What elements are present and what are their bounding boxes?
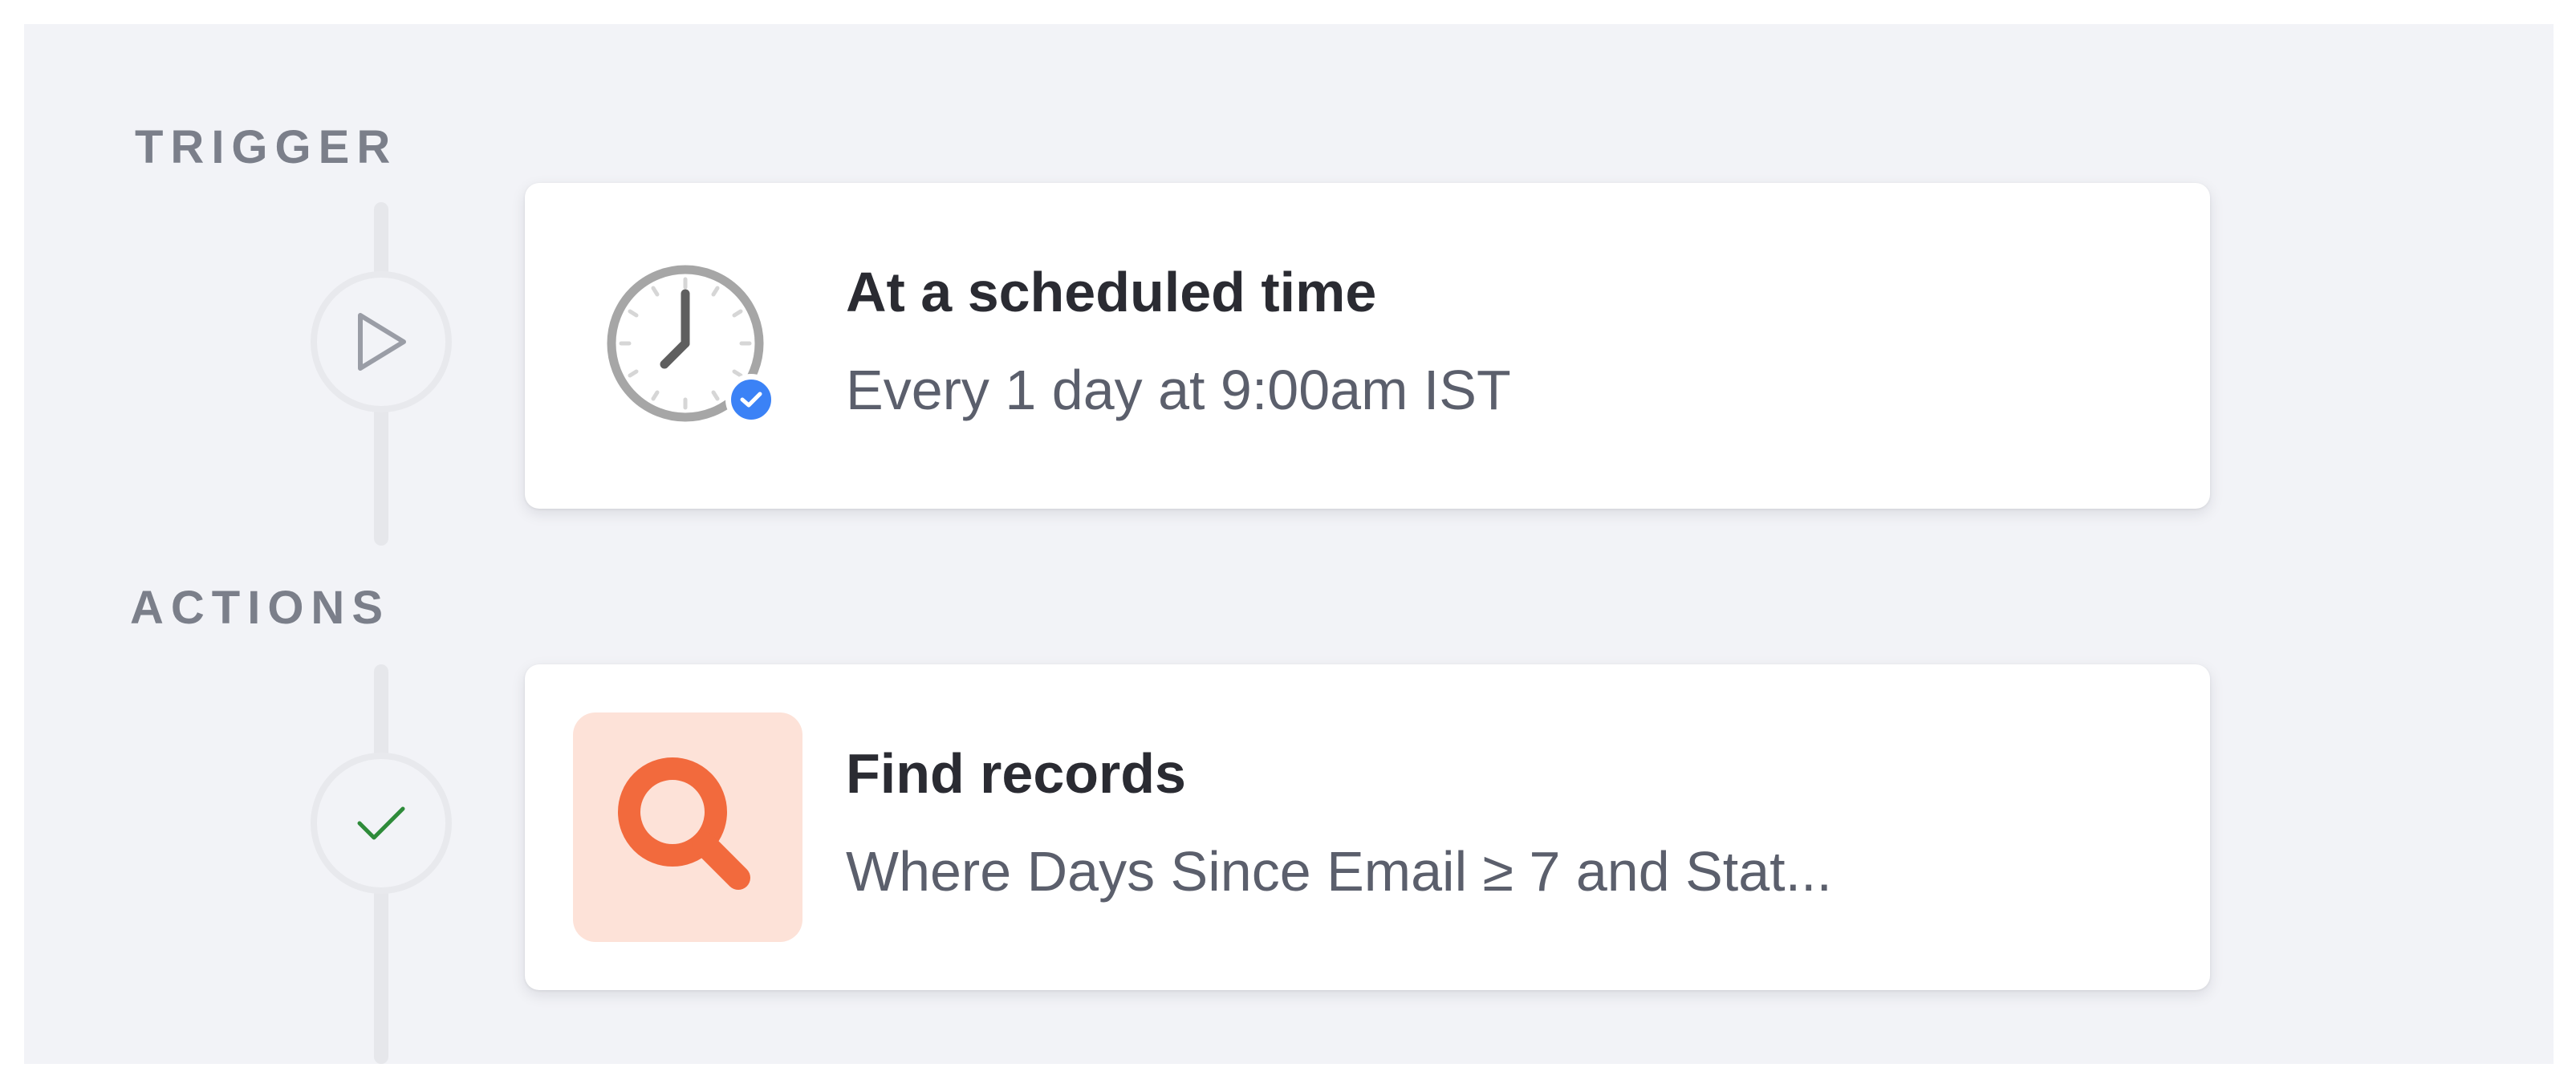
section-label-trigger: TRIGGER — [135, 121, 398, 173]
verified-check-icon — [740, 392, 762, 408]
trigger-app-icon — [605, 263, 777, 432]
trigger-step-card[interactable]: At a scheduled time Every 1 day at 9:00a… — [525, 183, 2210, 509]
verified-badge — [725, 374, 777, 425]
play-icon — [358, 313, 406, 371]
action-step-card[interactable]: Find records Where Days Since Email ≥ 7 … — [525, 664, 2210, 990]
action-node[interactable] — [311, 753, 452, 894]
trigger-node[interactable] — [311, 271, 452, 412]
check-icon — [357, 806, 405, 840]
action-app-icon — [573, 712, 802, 942]
section-label-actions: ACTIONS — [130, 582, 390, 634]
workflow-canvas: TRIGGER At a scheduled time Every 1 day … — [24, 24, 2554, 1064]
trigger-step-title: At a scheduled time — [846, 261, 1377, 323]
trigger-step-description: Every 1 day at 9:00am IST — [846, 359, 1511, 421]
search-icon — [618, 757, 750, 890]
action-step-description: Where Days Since Email ≥ 7 and Stat... — [846, 840, 1832, 903]
action-step-title: Find records — [846, 742, 1186, 805]
